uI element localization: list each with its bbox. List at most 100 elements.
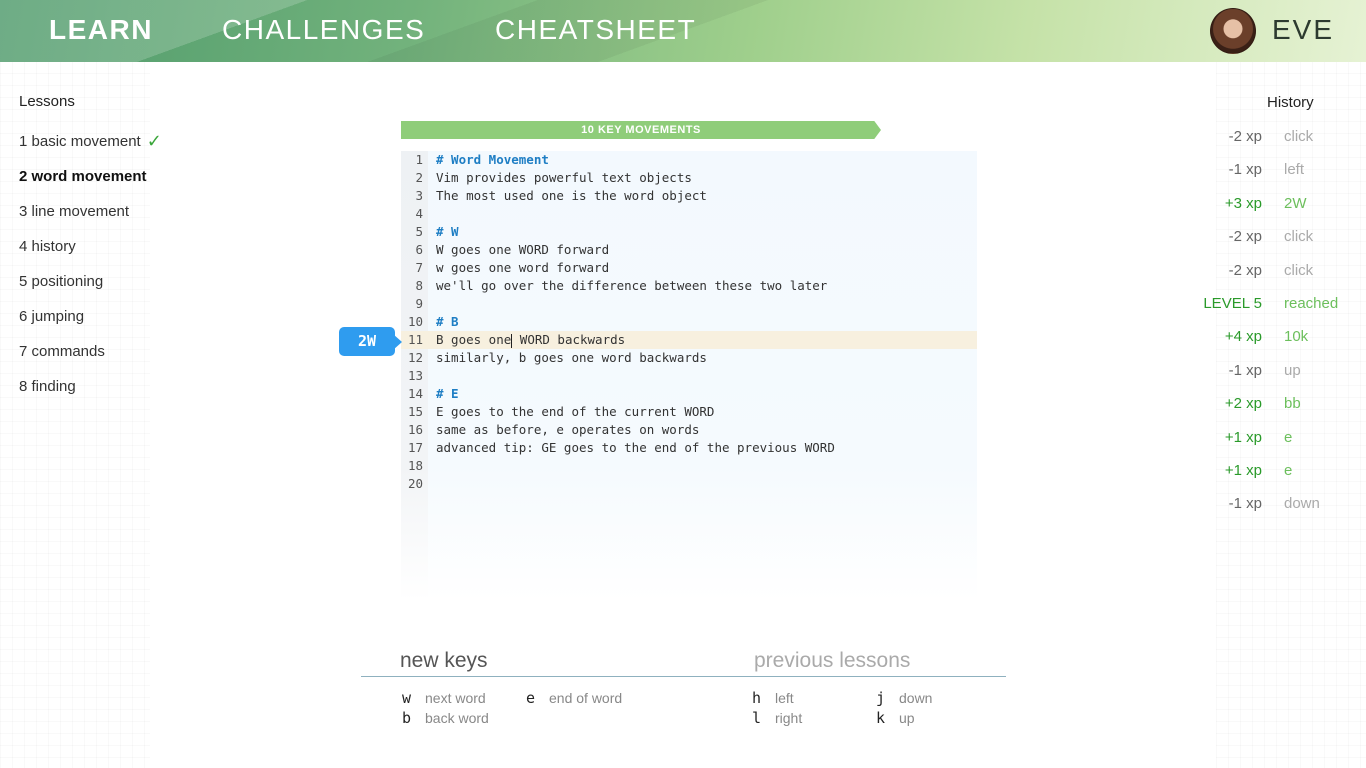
previous-lessons-title: previous lessons	[754, 649, 911, 672]
history-xp: -2 xp	[1228, 228, 1262, 246]
nav-challenges[interactable]: CHALLENGES	[222, 14, 425, 46]
history-xp: +1 xp	[1224, 462, 1262, 479]
code-line[interactable]: 12 similarly, b goes one word backwards	[401, 349, 977, 367]
history-xp: +2 xp	[1224, 395, 1262, 413]
level-banner: 10 KEY MOVEMENTS	[401, 121, 881, 139]
lesson-label: 2 word movement	[19, 168, 147, 185]
history-xp: -2 xp	[1228, 261, 1262, 279]
line-number: 2	[415, 170, 423, 185]
key-label: b	[402, 709, 412, 727]
code-line[interactable]: 20	[401, 475, 977, 493]
line-number: 8	[415, 278, 423, 293]
line-number: 11	[407, 332, 423, 347]
line-text: similarly, b goes one word backwards	[436, 350, 707, 365]
code-line[interactable]: 16 same as before, e operates on words	[401, 421, 977, 439]
line-text: W goes one WORD forward	[436, 242, 610, 257]
history-xp: -1 xp	[1228, 161, 1262, 179]
code-line[interactable]: 11 B goes one WORD backwards	[401, 331, 977, 349]
code-line[interactable]: 8 we'll go over the difference between th…	[401, 277, 977, 295]
lesson-item[interactable]: 7 commands	[19, 334, 162, 369]
lesson-label: 4 history	[19, 238, 76, 255]
code-line[interactable]: 7 w goes one word forward	[401, 259, 977, 277]
code-line[interactable]: 14 # E	[401, 385, 977, 403]
line-text: The most used one is the word object	[436, 188, 707, 203]
history-xp: +1 xp	[1224, 428, 1262, 446]
username[interactable]: EVE	[1272, 14, 1334, 46]
key-label: k	[876, 709, 886, 727]
key-description: end of word	[549, 690, 623, 706]
lesson-item[interactable]: 3 line movement	[19, 194, 162, 229]
lesson-item[interactable]: 1 basic movement ✓	[19, 124, 162, 159]
line-number: 3	[415, 188, 423, 203]
line-text: we'll go over the difference between the…	[436, 278, 828, 293]
lesson-item[interactable]: 5 positioning	[19, 264, 162, 299]
history-action: down	[1284, 495, 1320, 513]
key-description: down	[899, 690, 933, 706]
key-description: left	[775, 690, 794, 706]
history-xp: -2 xp	[1228, 128, 1262, 145]
new-keys-title: new keys	[400, 649, 488, 672]
line-number: 12	[407, 350, 423, 365]
key-description: up	[899, 710, 915, 726]
line-number: 4	[415, 206, 423, 221]
line-text: advanced tip: GE goes to the end of the …	[436, 440, 835, 455]
code-line[interactable]: 9	[401, 295, 977, 313]
key-label: h	[752, 689, 762, 707]
code-line[interactable]: 4	[401, 205, 977, 223]
lesson-label: 6 jumping	[19, 308, 85, 325]
line-text: B goes one WORD backwards	[436, 332, 626, 348]
history-xp: -1 xp	[1228, 361, 1262, 379]
history-xp: LEVEL 5	[1203, 295, 1262, 312]
code-line[interactable]: 15 E goes to the end of the current WORD	[401, 403, 977, 421]
code-line[interactable]: 3 The most used one is the word object	[401, 187, 977, 205]
line-number: 20	[407, 476, 423, 491]
code-line[interactable]: 10 # B	[401, 313, 977, 331]
checkmark-icon: ✓	[146, 131, 162, 151]
nav-learn[interactable]: LEARN	[49, 14, 153, 46]
history-xp: -1 xp	[1228, 495, 1262, 513]
section-divider	[361, 676, 1006, 677]
line-number: 17	[407, 440, 423, 455]
history-action: reached	[1284, 295, 1339, 312]
lesson-item[interactable]: 4 history	[19, 229, 162, 264]
lesson-item[interactable]: 6 jumping	[19, 299, 162, 334]
line-text: same as before, e operates on words	[436, 422, 700, 437]
history-action: up	[1284, 361, 1301, 379]
history-action: click	[1284, 261, 1314, 279]
history-action: click	[1284, 228, 1314, 246]
lesson-list: 1 basic movement ✓ 2 word movement 3 line m…	[19, 124, 162, 404]
line-number: 10	[407, 314, 423, 329]
line-text: Vim provides powerful text objects	[436, 170, 692, 185]
lesson-label: 5 positioning	[19, 273, 104, 290]
code-line[interactable]: 13	[401, 367, 977, 385]
key-label: l	[752, 709, 762, 727]
history-title: History	[1267, 94, 1314, 111]
line-number: 16	[407, 422, 423, 437]
key-label: j	[876, 689, 886, 707]
history-action: e	[1284, 428, 1293, 446]
code-line[interactable]: 5 # W	[401, 223, 977, 241]
key-description: next word	[425, 690, 486, 706]
code-line[interactable]: 1 # Word Movement	[401, 151, 977, 169]
history-action: 10k	[1284, 328, 1309, 346]
lesson-item[interactable]: 2 word movement	[19, 159, 162, 194]
history-action: click	[1284, 128, 1314, 145]
lesson-item[interactable]: 8 finding	[19, 369, 162, 404]
code-editor[interactable]: 1 # Word Movement 2 Vim provides powerful t…	[401, 151, 977, 601]
history-action: bb	[1284, 395, 1301, 413]
user-avatar[interactable]	[1210, 8, 1256, 54]
key-badge-pointer	[393, 334, 402, 350]
lesson-label: 1 basic movement	[19, 133, 141, 150]
code-line[interactable]: 6 W goes one WORD forward	[401, 241, 977, 259]
key-label: w	[402, 689, 412, 707]
code-line[interactable]: 2 Vim provides powerful text objects	[401, 169, 977, 187]
key-label: e	[526, 689, 536, 707]
line-number: 5	[415, 224, 423, 239]
history-xp: +4 xp	[1224, 328, 1262, 346]
nav-cheatsheet[interactable]: CHEATSHEET	[495, 14, 696, 46]
history-action: 2W	[1284, 194, 1307, 212]
code-line[interactable]: 18	[401, 457, 977, 475]
line-number: 9	[415, 296, 423, 311]
line-number: 7	[415, 260, 423, 275]
code-line[interactable]: 17 advanced tip: GE goes to the end of th…	[401, 439, 977, 457]
